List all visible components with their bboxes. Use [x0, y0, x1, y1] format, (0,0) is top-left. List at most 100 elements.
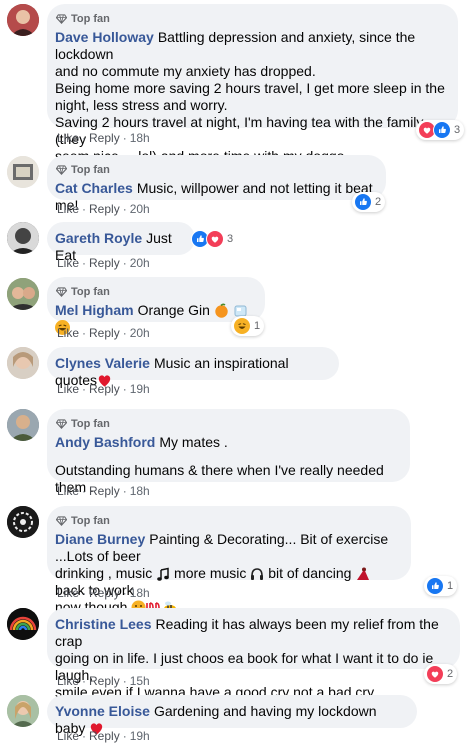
- like-button[interactable]: Like: [57, 674, 79, 688]
- like-icon: [426, 577, 444, 595]
- comment-time[interactable]: 18h: [130, 484, 150, 498]
- comment-text: more music: [174, 565, 247, 581]
- avatar[interactable]: [7, 278, 39, 310]
- musical-note-emoji: [157, 567, 169, 581]
- like-button[interactable]: Like: [57, 729, 79, 743]
- like-icon: [433, 121, 451, 139]
- comment-bubble: Top fan Mel Higham Orange Gin: [47, 277, 265, 322]
- reply-button[interactable]: Reply: [89, 382, 120, 396]
- avatar[interactable]: [7, 222, 39, 254]
- like-icon: [354, 193, 372, 211]
- like-button[interactable]: Like: [57, 256, 79, 270]
- comment-bubble: Yvonne Eloise Gardening and having my loc…: [47, 695, 417, 736]
- like-button[interactable]: Like: [57, 326, 79, 340]
- top-fan-badge: Top fan: [55, 514, 399, 528]
- avatar[interactable]: [7, 156, 39, 188]
- comment-actions: Like · Reply · 18h: [57, 586, 150, 600]
- reply-button[interactable]: Reply: [89, 484, 120, 498]
- headphones-emoji: [251, 568, 264, 580]
- commenter-name[interactable]: Christine Lees: [55, 616, 151, 632]
- comment-text: drinking , music: [55, 565, 153, 581]
- avatar[interactable]: [7, 409, 39, 441]
- commenter-name[interactable]: Cat Charles: [55, 180, 133, 196]
- reaction-summary[interactable]: 2: [424, 664, 458, 684]
- comment-actions: Like · Reply · 15h: [57, 674, 150, 688]
- comment-text: night, less stress and worry.: [55, 97, 228, 113]
- avatar[interactable]: [7, 695, 39, 727]
- reply-button[interactable]: Reply: [89, 131, 120, 145]
- diamond-icon: [56, 165, 67, 175]
- commenter-name[interactable]: Andy Bashford: [55, 434, 155, 450]
- commenter-name[interactable]: Mel Higham: [55, 302, 134, 318]
- reaction-count: 2: [375, 196, 382, 208]
- reply-button[interactable]: Reply: [89, 256, 120, 270]
- reaction-summary[interactable]: 1: [424, 576, 458, 596]
- comment-actions: Like · Reply · 18h: [57, 131, 150, 145]
- comment-time[interactable]: 20h: [130, 202, 150, 216]
- comment-time[interactable]: 18h: [130, 586, 150, 600]
- comment-bubble: Top fan Dave Holloway Battling depression…: [47, 4, 458, 164]
- comment-actions: Like · Reply · 20h: [57, 326, 150, 340]
- commenter-name[interactable]: Gareth Royle: [55, 230, 142, 246]
- comment-actions: Like · Reply · 19h: [57, 382, 150, 396]
- comment-text: and no commute my anxiety has dropped.: [55, 63, 316, 79]
- reply-button[interactable]: Reply: [89, 674, 120, 688]
- like-button[interactable]: Like: [57, 131, 79, 145]
- reaction-count: 2: [447, 668, 454, 680]
- reply-button[interactable]: Reply: [89, 202, 120, 216]
- love-icon: [426, 665, 444, 683]
- commenter-name[interactable]: Dave Holloway: [55, 29, 154, 45]
- reaction-summary[interactable]: 1: [231, 316, 265, 336]
- comment-text: Being home more saving 2 hours travel, I…: [55, 80, 445, 96]
- avatar[interactable]: [7, 4, 39, 36]
- reaction-count: 3: [454, 124, 461, 136]
- reply-button[interactable]: Reply: [89, 729, 120, 743]
- reaction-count: 1: [447, 580, 454, 592]
- comment-time[interactable]: 15h: [130, 674, 150, 688]
- comment-bubble: Top fan Diane Burney Painting & Decoratin…: [47, 506, 411, 615]
- comment-actions: Like · Reply · 19h: [57, 729, 150, 743]
- reaction-summary[interactable]: 3: [189, 229, 237, 249]
- top-fan-badge: Top fan: [55, 163, 374, 177]
- commenter-name[interactable]: Diane Burney: [55, 531, 145, 547]
- haha-icon: [233, 317, 251, 335]
- reaction-summary[interactable]: 3: [416, 120, 465, 140]
- love-icon: [206, 230, 224, 248]
- comment-time[interactable]: 19h: [130, 729, 150, 743]
- comment-time[interactable]: 20h: [130, 256, 150, 270]
- like-button[interactable]: Like: [57, 382, 79, 396]
- comment-time[interactable]: 20h: [130, 326, 150, 340]
- comment-actions: Like · Reply · 18h: [57, 484, 150, 498]
- avatar[interactable]: [7, 608, 39, 640]
- comment-actions: Like · Reply · 20h: [57, 202, 150, 216]
- dancer-emoji: [357, 567, 370, 580]
- like-button[interactable]: Like: [57, 484, 79, 498]
- comment-bubble: Top fan Cat Charles Music, willpower and …: [47, 155, 386, 213]
- comment-actions: Like · Reply · 20h: [57, 256, 150, 270]
- comment-bubble: Top fan Andy Bashford My mates . Outstand…: [47, 409, 410, 495]
- diamond-icon: [56, 287, 67, 297]
- comment-bubble: Clynes Valerie Music an inspirational quo…: [47, 347, 339, 388]
- reaction-summary[interactable]: 2: [352, 192, 386, 212]
- avatar[interactable]: [7, 347, 39, 379]
- comment-time[interactable]: 19h: [130, 382, 150, 396]
- commenter-name[interactable]: Clynes Valerie: [55, 355, 150, 371]
- reaction-count: 3: [227, 233, 234, 245]
- top-fan-badge: Top fan: [55, 285, 253, 299]
- comment-bubble: Christine Lees Reading it has always been…: [47, 608, 460, 700]
- commenter-name[interactable]: Yvonne Eloise: [55, 703, 150, 719]
- like-button[interactable]: Like: [57, 202, 79, 216]
- comment-bubble: Gareth Royle Just Eat: [47, 222, 195, 263]
- reply-button[interactable]: Reply: [89, 586, 120, 600]
- like-button[interactable]: Like: [57, 586, 79, 600]
- comment-time[interactable]: 18h: [130, 131, 150, 145]
- diamond-icon: [56, 419, 67, 429]
- comment-text: Orange Gin: [137, 302, 210, 318]
- orange-emoji: [215, 303, 228, 318]
- top-fan-badge: Top fan: [55, 417, 398, 431]
- comment-text: My mates .: [159, 434, 228, 450]
- avatar[interactable]: [7, 506, 39, 538]
- reply-button[interactable]: Reply: [89, 326, 120, 340]
- diamond-icon: [56, 14, 67, 24]
- reaction-count: 1: [254, 320, 261, 332]
